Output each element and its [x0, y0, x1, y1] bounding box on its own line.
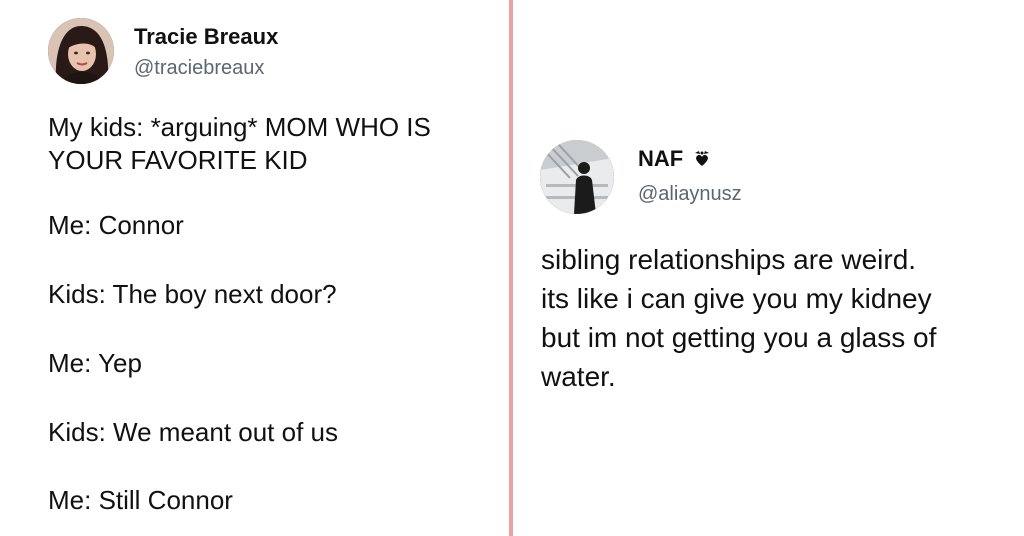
tweet-text-line: water.: [541, 361, 616, 392]
handle[interactable]: @aliaynusz: [638, 183, 742, 206]
tweet-text-line: My kids: *arguing* MOM WHO IS: [48, 112, 431, 142]
display-name-text: NAF: [638, 146, 684, 171]
tweet-text-line: YOUR FAVORITE KID: [48, 145, 308, 175]
tweet-text-line: but im not getting you a glass of: [541, 322, 937, 353]
tweet-card-naf: NAF @aliaynusz sibling relationships are…: [513, 0, 1024, 536]
tweet-text-line: sibling relationships are weird.: [541, 244, 917, 275]
tweet-card-tracie: Tracie Breaux @traciebreaux My kids: *ar…: [0, 0, 509, 536]
avatar-naf-image: [540, 140, 614, 214]
tweet-text-line: Kids: The boy next door?: [48, 279, 337, 309]
avatar-tracie[interactable]: [48, 18, 114, 84]
avatar-tracie-image: [48, 18, 114, 84]
display-name[interactable]: Tracie Breaux: [134, 24, 278, 50]
tweet-text-line: Me: Connor: [48, 210, 184, 240]
tweet-text-line: Kids: We meant out of us: [48, 417, 338, 447]
tweet-text-line: its like i can give you my kidney: [541, 283, 932, 314]
display-name[interactable]: NAF: [638, 146, 711, 173]
avatar-naf[interactable]: [540, 140, 614, 214]
heart-with-bow-icon: [693, 147, 711, 173]
handle[interactable]: @traciebreaux: [134, 57, 264, 80]
tweet-text-line: Me: Still Connor: [48, 485, 233, 515]
tweet-text-line: Me: Yep: [48, 348, 142, 378]
